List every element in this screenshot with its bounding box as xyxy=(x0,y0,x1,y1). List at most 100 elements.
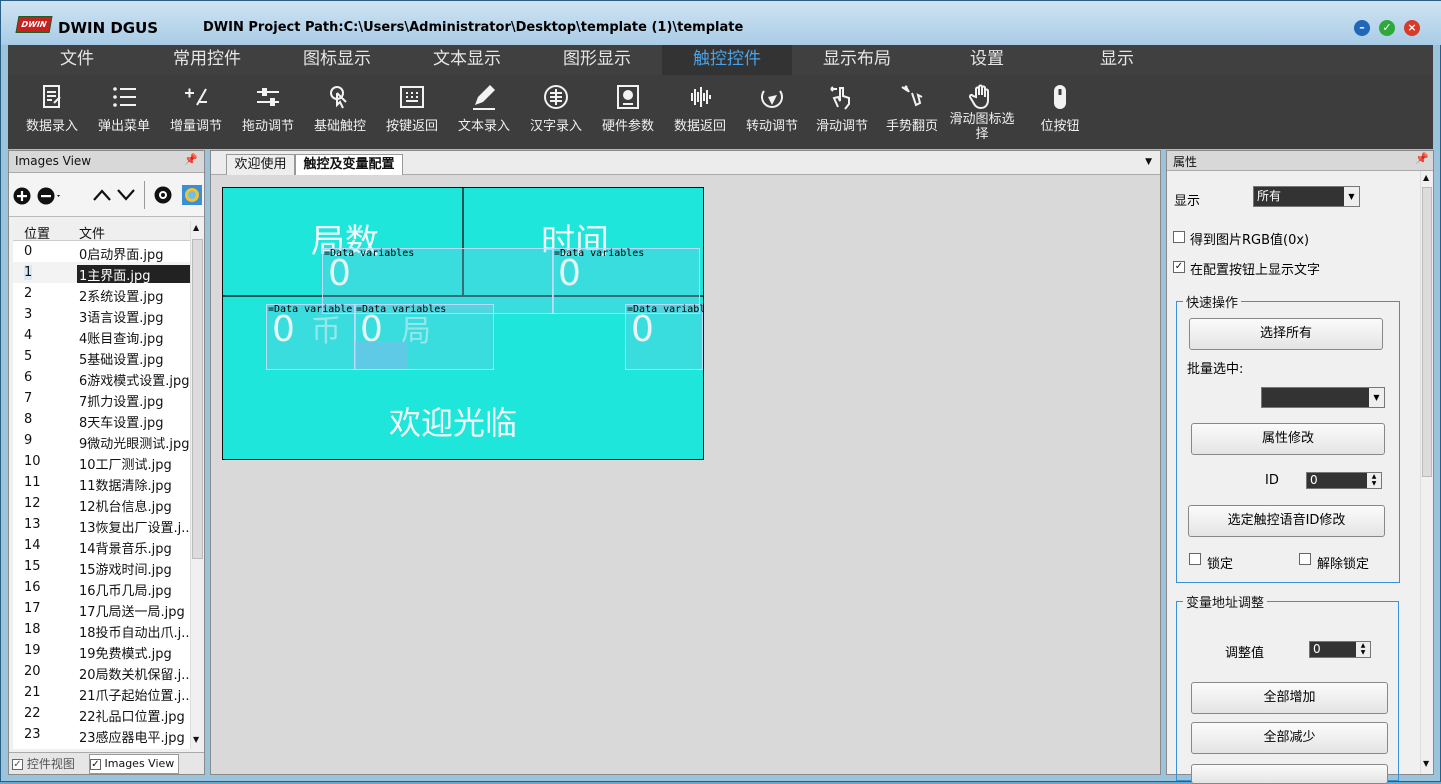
add-icon[interactable] xyxy=(13,187,31,205)
tab-images-view[interactable]: ✓ Images View xyxy=(89,754,179,774)
menu-item[interactable]: 图形显示 xyxy=(532,45,662,75)
menu-item[interactable]: 显示布局 xyxy=(792,45,922,75)
toolbar-button[interactable]: 数据返回 xyxy=(664,75,736,149)
menu-item[interactable]: 常用控件 xyxy=(142,45,272,75)
unlock-checkbox[interactable] xyxy=(1299,553,1311,565)
table-row[interactable]: 12 12机台信息.jpg xyxy=(13,493,190,515)
adjust-spinner[interactable]: 0 ▲ ▼ xyxy=(1309,641,1371,658)
table-row[interactable]: 11 11数据清除.jpg xyxy=(13,472,190,494)
rgb-checkbox[interactable] xyxy=(1173,231,1185,243)
toolbar-label: 位按钮 xyxy=(1040,119,1080,134)
table-row[interactable]: 2 2系统设置.jpg xyxy=(13,283,190,305)
toolbar-button[interactable]: 数据录入 xyxy=(16,75,88,149)
table-row[interactable]: 21 21爪子起始位置.j... xyxy=(13,682,190,704)
table-row[interactable]: 5 5基础设置.jpg xyxy=(13,346,190,368)
table-row[interactable]: 4 4账目查询.jpg xyxy=(13,325,190,347)
control-view-checkbox[interactable]: ✓ xyxy=(12,759,23,770)
scroll-up-icon[interactable]: ▲ xyxy=(1423,173,1429,182)
toolbar-button[interactable]: 滑动图标选择 xyxy=(946,75,1018,149)
row-position: 12 xyxy=(24,496,41,511)
menu-item[interactable]: 图标显示 xyxy=(272,45,402,75)
scroll-thumb[interactable] xyxy=(192,239,203,559)
toolbar-button[interactable]: 转动调节 xyxy=(736,75,808,149)
tab-welcome[interactable]: 欢迎使用 xyxy=(226,154,295,175)
toolbar-button[interactable]: 手势翻页 xyxy=(876,75,948,149)
table-row[interactable]: 15 15游戏时间.jpg xyxy=(13,556,190,578)
id-spinner[interactable]: 0 ▲ ▼ xyxy=(1306,472,1382,489)
data-variable-right[interactable]: =Data variabl 0 xyxy=(625,304,703,370)
menu-item[interactable]: 显示 xyxy=(1052,45,1182,75)
spinner-arrows-icon[interactable]: ▲ ▼ xyxy=(1356,642,1370,657)
toolbar-button[interactable]: 滑动调节 xyxy=(806,75,878,149)
images-table: 位置 文件 0 0启动界面.jpg 1 1主界面.jpg 2 2系统设置.jpg 3 3语言设… xyxy=(13,221,190,749)
minimize-icon[interactable]: – xyxy=(1354,20,1370,36)
menu-item[interactable]: 文本显示 xyxy=(402,45,532,75)
toolbar-button[interactable]: 弹出菜单 xyxy=(88,75,160,149)
menu-item[interactable]: 文件 xyxy=(12,45,142,75)
row-filename: 10工厂测试.jpg xyxy=(79,458,172,473)
table-row[interactable]: 16 16几币几局.jpg xyxy=(13,577,190,599)
display-select[interactable]: 所有 ▼ xyxy=(1253,186,1360,207)
table-row[interactable]: 23 23感应器电平.jpg xyxy=(13,724,190,746)
table-row[interactable]: 19 19免费模式.jpg xyxy=(13,640,190,662)
toolbar-button[interactable]: 增量调节 xyxy=(160,75,232,149)
toolbar-button[interactable]: 基础触控 xyxy=(304,75,376,149)
table-row[interactable]: 10 10工厂测试.jpg xyxy=(13,451,190,473)
table-row[interactable]: 17 17几局送一局.jpg xyxy=(13,598,190,620)
subtract-all-button[interactable]: 全部减少 xyxy=(1191,722,1388,754)
toolbar-button[interactable]: 按键返回 xyxy=(376,75,448,149)
table-row[interactable]: 9 9微动光眼测试.jpg xyxy=(13,430,190,452)
toolbar-button[interactable]: 拖动调节 xyxy=(232,75,304,149)
table-row[interactable]: 13 13恢复出厂设置.j... xyxy=(13,514,190,536)
table-row[interactable]: 6 6游戏模式设置.jpg xyxy=(13,367,190,389)
pin-icon[interactable]: 📌 xyxy=(184,153,198,166)
menu-item[interactable]: 设置 xyxy=(922,45,1052,75)
maximize-icon[interactable]: ✓ xyxy=(1379,20,1395,36)
pin-icon[interactable]: 📌 xyxy=(1415,152,1429,165)
table-row[interactable]: 20 20局数关机保留.j... xyxy=(13,661,190,683)
scroll-up-icon[interactable]: ▲ xyxy=(193,223,199,232)
more-button[interactable] xyxy=(1191,764,1388,784)
vertical-scrollbar[interactable]: ▲ ▼ xyxy=(1420,171,1433,774)
table-row[interactable]: 1 1主界面.jpg xyxy=(13,262,190,284)
eye-icon[interactable] xyxy=(152,186,174,204)
toolbar-button[interactable]: 位按钮 xyxy=(1024,75,1096,149)
table-row[interactable]: 8 8天车设置.jpg xyxy=(13,409,190,431)
spinner-arrows-icon[interactable]: ▲ ▼ xyxy=(1367,473,1381,488)
screen-canvas[interactable]: 局数 时间 币 局 欢迎光临 =Data variables 0 =Data v… xyxy=(222,187,704,460)
table-row[interactable]: 7 7抓力设置.jpg xyxy=(13,388,190,410)
toolbar-button[interactable]: 汉字录入 xyxy=(520,75,592,149)
table-row[interactable]: 0 0启动界面.jpg xyxy=(13,241,190,263)
id-value: 0 xyxy=(1310,473,1318,487)
vertical-scrollbar[interactable]: ▲ ▼ xyxy=(190,221,204,749)
show-text-checkbox[interactable]: ✓ xyxy=(1173,261,1185,273)
toolbar-button[interactable]: 硬件参数 xyxy=(592,75,664,149)
images-view-checkbox[interactable]: ✓ xyxy=(90,758,101,770)
table-row[interactable]: 18 18投币自动出爪.j... xyxy=(13,619,190,641)
remove-icon[interactable] xyxy=(37,187,63,205)
modify-properties-button[interactable]: 属性修改 xyxy=(1191,423,1385,455)
move-up-icon[interactable] xyxy=(93,188,111,202)
toolbar-button[interactable]: 文本录入 xyxy=(448,75,520,149)
tab-dropdown-icon[interactable]: ▼ xyxy=(1145,157,1152,167)
add-all-button[interactable]: 全部增加 xyxy=(1191,682,1388,714)
data-variable-coin[interactable]: =Data variable 0 xyxy=(266,304,356,370)
lock-checkbox[interactable] xyxy=(1189,553,1201,565)
table-row[interactable]: 22 22礼品口位置.jpg xyxy=(13,703,190,725)
scroll-thumb[interactable] xyxy=(1422,187,1432,477)
move-down-icon[interactable] xyxy=(117,188,135,202)
pen-icon xyxy=(470,83,498,111)
tab-touch-config[interactable]: 触控及变量配置 xyxy=(295,154,403,175)
menu-item[interactable]: 触控控件 xyxy=(662,45,792,75)
select-all-button[interactable]: 选择所有 xyxy=(1189,318,1383,350)
data-variable-round[interactable]: =Data variables 0 xyxy=(354,304,494,370)
voice-id-button[interactable]: 选定触控语音ID修改 xyxy=(1188,505,1385,537)
table-row[interactable]: 14 14背景音乐.jpg xyxy=(13,535,190,557)
batch-select-dropdown[interactable]: ▼ xyxy=(1261,387,1385,408)
scroll-down-icon[interactable]: ▼ xyxy=(193,735,199,744)
close-icon[interactable]: × xyxy=(1404,20,1420,36)
table-row[interactable]: 3 3语言设置.jpg xyxy=(13,304,190,326)
tab-control-view[interactable]: ✓ 控件视图 xyxy=(12,755,88,773)
scroll-down-icon[interactable]: ▼ xyxy=(1423,759,1429,768)
image-preview-icon[interactable] xyxy=(181,184,203,206)
